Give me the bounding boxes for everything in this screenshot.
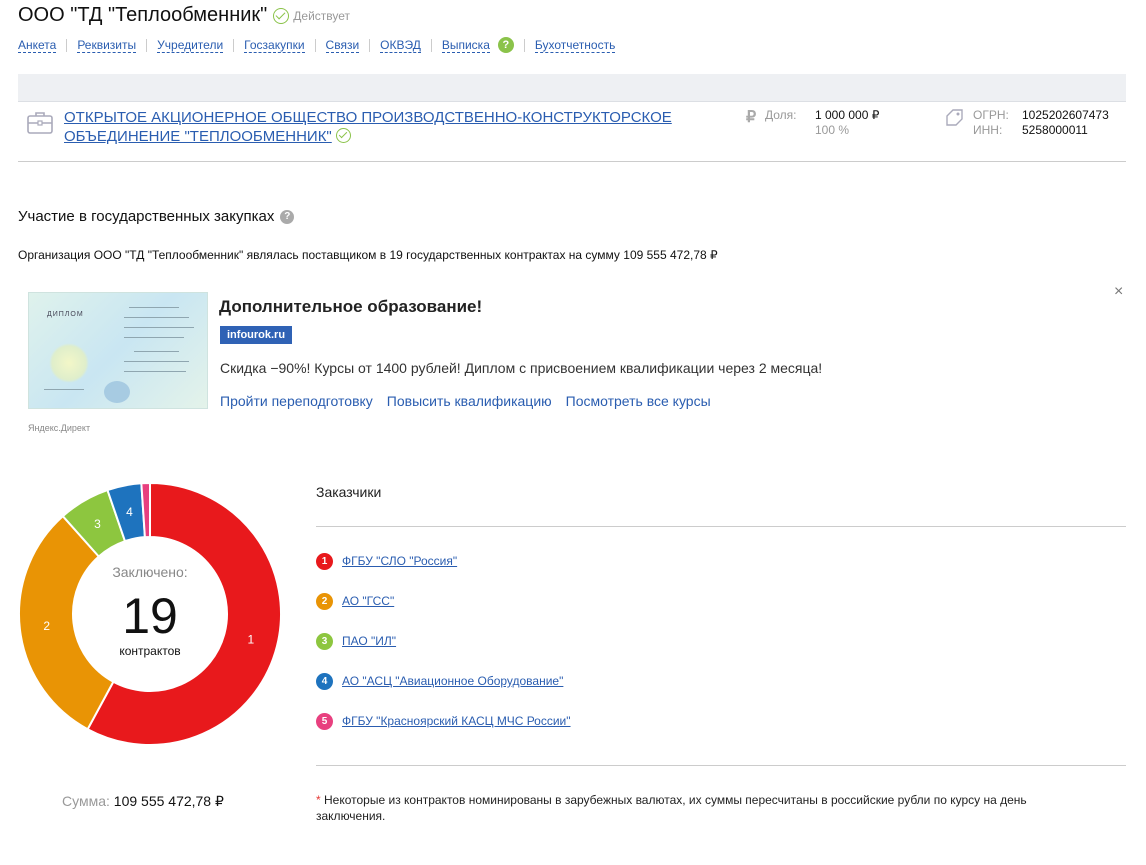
active-check-icon (273, 7, 290, 24)
nav-divider (233, 38, 235, 52)
share-label: Доля: (765, 108, 797, 122)
donut-svg: 1 2 3 4 (18, 481, 282, 746)
sum-label: Сумма: (62, 793, 110, 809)
inn-label: ИНН: (973, 123, 1003, 137)
nav-uchrediteli[interactable]: Учредители (157, 38, 224, 53)
ad-domain-badge[interactable]: infourok.ru (220, 326, 293, 344)
customers-title: Заказчики (316, 484, 1126, 527)
ad-links: Пройти переподготовку Повысить квалифика… (220, 393, 711, 409)
customer-link[interactable]: ФГБУ "СЛО "Россия" (342, 553, 457, 570)
company-title: ООО "ТД "Теплообменник" (18, 4, 268, 26)
nav-vypiska[interactable]: Выписка (441, 38, 490, 53)
registry-values: 1025202607473 5258000011 (1022, 108, 1109, 138)
nav-divider (430, 38, 432, 52)
customer-link[interactable]: ПАО "ИЛ" (342, 633, 396, 650)
ogrn-value: 1025202607473 (1022, 108, 1109, 122)
nav-divider (314, 38, 316, 52)
active-check-icon (335, 128, 351, 143)
procurement-summary: Организация ООО "ТД "Теплообменник" явля… (18, 248, 718, 262)
customer-item: 4 АО "АСЦ "Авиационное Оборудование" (316, 673, 1126, 713)
ad-description: Скидка −90%! Курсы от 1400 рублей! Дипло… (220, 360, 823, 376)
founder-name-link[interactable]: ОТКРЫТОЕ АКЦИОНЕРНОЕ ОБЩЕСТВО ПРОИЗВОДСТ… (64, 108, 744, 146)
customers-list: 1 ФГБУ "СЛО "Россия" 2 АО "ГСС" 3 ПАО "И… (316, 527, 1126, 753)
nav-rekvizity[interactable]: Реквизиты (77, 38, 137, 53)
sum-value: 109 555 472,78 ₽ (113, 793, 224, 809)
help-icon[interactable]: ? (497, 37, 514, 53)
customers-panel: Заказчики 1 ФГБУ "СЛО "Россия" 2 АО "ГСС… (316, 484, 1126, 823)
diploma-heading: ДИПЛОМ (47, 311, 84, 318)
contracts-donut-chart: 1234 Заключено: 19 контрактов (18, 481, 282, 746)
inn-value: 5258000011 (1022, 123, 1088, 137)
ruble-icon: ₽ (746, 109, 757, 126)
procurement-title-text: Участие в государственных закупках (18, 208, 275, 225)
ad-block: ДИПЛОМ Дополнительное образование! infou… (28, 283, 1128, 442)
ogrn-label: ОГРН: (973, 108, 1009, 122)
id-card-icon (946, 109, 963, 126)
briefcase-icon (27, 112, 53, 134)
customer-item: 2 АО "ГСС" (316, 593, 1126, 633)
customer-link[interactable]: ФГБУ "Красноярский КАСЦ МЧС России" (342, 713, 571, 730)
customer-number-badge: 3 (316, 633, 333, 650)
donut-slice-label-4: 4 (126, 505, 133, 519)
total-sum: Сумма: 109 555 472,78 ₽ (62, 793, 224, 810)
customer-item: 3 ПАО "ИЛ" (316, 633, 1126, 673)
nav-buhotchetnost[interactable]: Бухотчетность (534, 38, 616, 53)
customer-link[interactable]: АО "ГСС" (342, 593, 394, 610)
donut-slice-label-3: 3 (94, 517, 101, 531)
founder-name[interactable]: ОТКРЫТОЕ АКЦИОНЕРНОЕ ОБЩЕСТВО ПРОИЗВОДСТ… (64, 109, 672, 145)
customer-item: 1 ФГБУ "СЛО "Россия" (316, 553, 1126, 593)
customer-link[interactable]: АО "АСЦ "Авиационное Оборудование" (342, 673, 563, 690)
help-icon[interactable]: ? (280, 209, 295, 224)
ad-link-all-courses[interactable]: Посмотреть все курсы (566, 393, 711, 409)
close-icon[interactable]: × (1114, 283, 1123, 301)
customer-number-badge: 4 (316, 673, 333, 690)
divider (316, 765, 1126, 766)
note-asterisk: * (316, 793, 321, 807)
registry-labels: ОГРН: ИНН: (973, 108, 1009, 138)
table-header-bar (18, 74, 1126, 102)
diploma-seal (104, 381, 130, 403)
note-text: Некоторые из контрактов номинированы в з… (316, 793, 1027, 823)
ad-link-qualification[interactable]: Повысить квалификацию (387, 393, 552, 409)
nav-divider (523, 38, 525, 52)
donut-slice-label-1: 1 (247, 633, 254, 647)
customer-number-badge: 2 (316, 593, 333, 610)
nav-divider (369, 38, 371, 52)
share-value: 1 000 000 ₽ (815, 108, 880, 122)
company-status: Действует (293, 8, 351, 23)
ad-heading[interactable]: Дополнительное образование! (219, 297, 482, 317)
nav-anketa[interactable]: Анкета (18, 38, 57, 53)
nav-goszakupki[interactable]: Госзакупки (244, 38, 305, 53)
ad-link-retraining[interactable]: Пройти переподготовку (220, 393, 373, 409)
currency-note: * Некоторые из контрактов номинированы в… (316, 792, 1086, 824)
diploma-ornament (49, 343, 89, 383)
nav-okved[interactable]: ОКВЭД (380, 38, 421, 53)
founder-row: ОТКРЫТОЕ АКЦИОНЕРНОЕ ОБЩЕСТВО ПРОИЗВОДСТ… (18, 104, 1126, 162)
customer-item: 5 ФГБУ "Красноярский КАСЦ МЧС России" (316, 713, 1126, 753)
customer-number-badge: 1 (316, 553, 333, 570)
ad-source: Яндекс.Директ (28, 423, 91, 433)
share-percent: 100 % (815, 123, 850, 137)
donut-slice-label-2: 2 (43, 619, 50, 633)
customer-number-badge: 5 (316, 713, 333, 730)
nav-divider (66, 38, 68, 52)
nav-divider (146, 38, 148, 52)
ad-diploma-image[interactable]: ДИПЛОМ (28, 292, 208, 409)
procurement-title: Участие в государственных закупках ? (18, 208, 295, 225)
section-nav: Анкета Реквизиты Учредители Госзакупки С… (18, 37, 616, 53)
nav-svyazi[interactable]: Связи (325, 38, 360, 53)
company-header: ООО "ТД "Теплообменник" Действует (18, 4, 350, 27)
